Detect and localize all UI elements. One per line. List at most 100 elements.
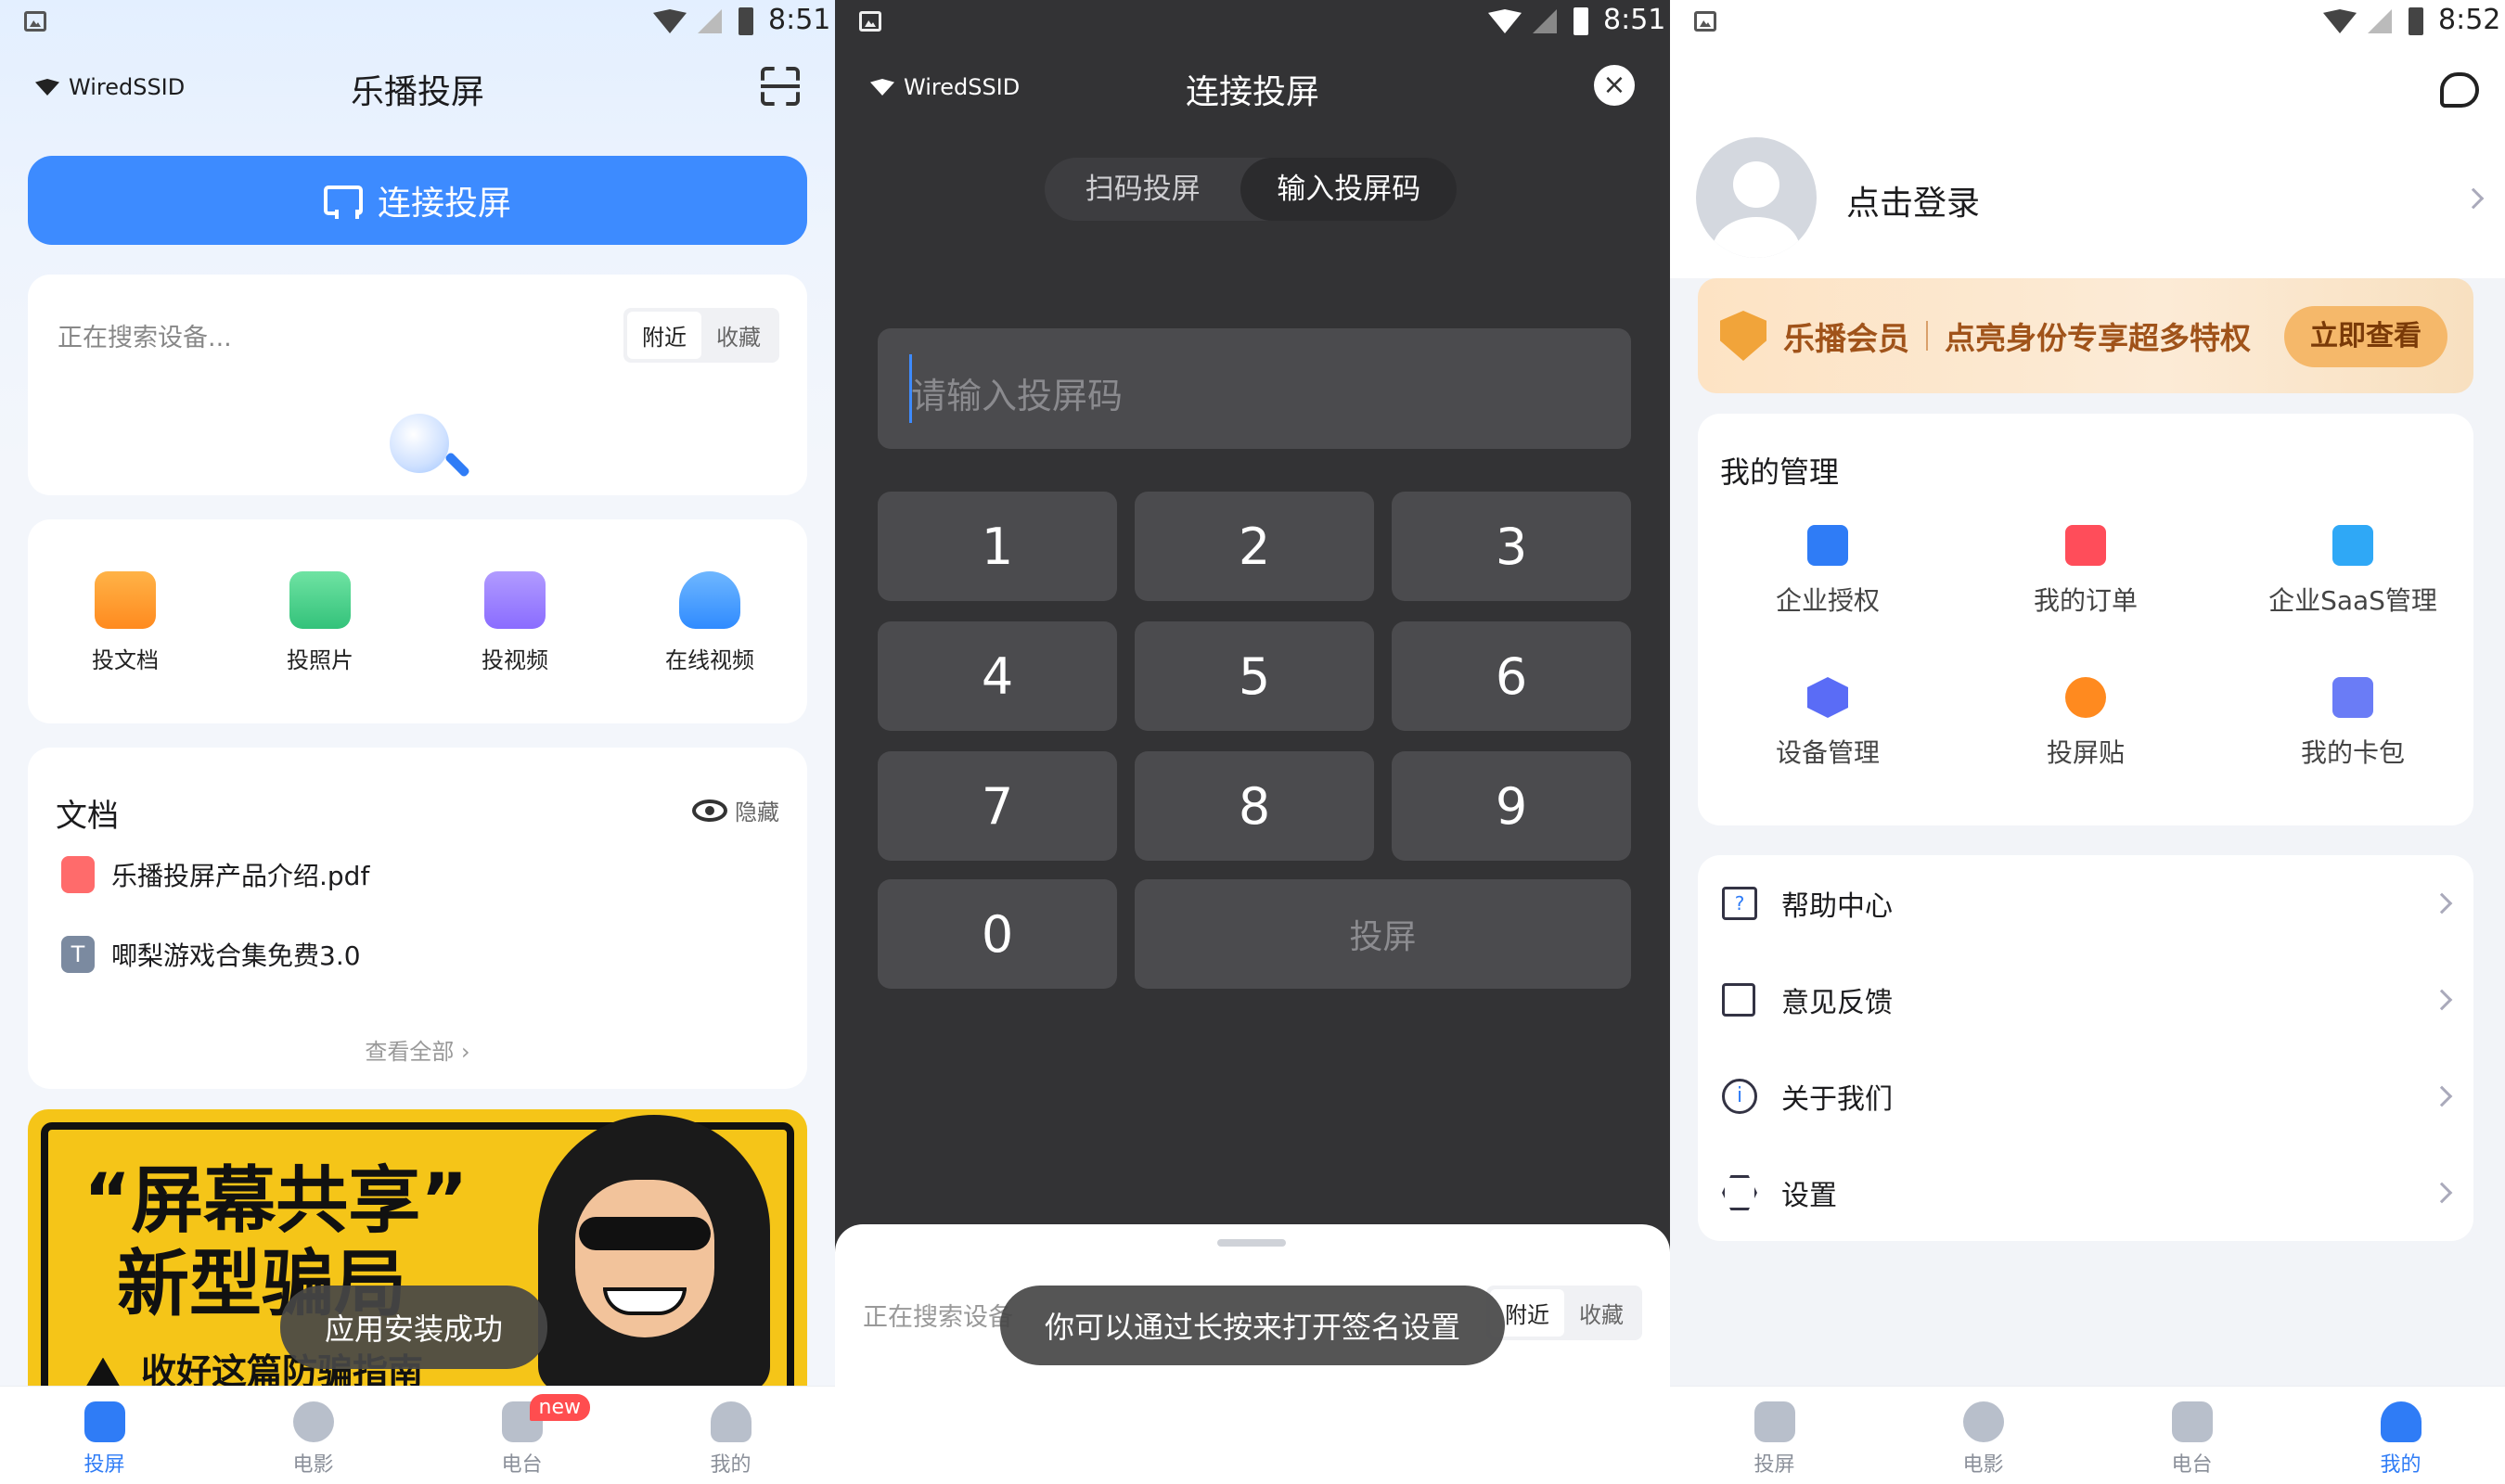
chevron-right-icon (2431, 1182, 2453, 1204)
vip-banner[interactable]: 乐播会员 点亮身份专享超多特权 立即查看 (1698, 278, 2473, 393)
keypad-key-6[interactable]: 6 (1392, 621, 1631, 731)
keypad-key-4[interactable]: 4 (878, 621, 1117, 731)
view-all-link[interactable]: 查看全部 › (28, 1033, 807, 1066)
clock: 8:52 (2438, 4, 2501, 36)
tab-nearby[interactable]: 附近 (627, 312, 701, 359)
tab-cast[interactable]: 投屏 (1710, 1387, 1840, 1484)
sheet-handle[interactable] (1217, 1239, 1286, 1247)
cast-code-input[interactable]: 请输入投屏码 (878, 328, 1631, 449)
keypad-key-0[interactable]: 0 (878, 879, 1117, 989)
enterprise-auth-button[interactable]: 企业授权 (1735, 525, 1920, 618)
gallery-notification-icon (1694, 11, 1716, 32)
magnifier-handle (443, 451, 471, 479)
tab-favorites[interactable]: 收藏 (701, 312, 776, 359)
chevron-right-icon (2462, 187, 2485, 210)
scan-line (761, 84, 800, 88)
bottom-tab-bar: 投屏 电影 电台 我的 (1670, 1386, 2505, 1484)
text-file-icon: T (61, 936, 95, 973)
connect-cast-label: 连接投屏 (377, 185, 511, 223)
wifi-icon (653, 9, 687, 33)
management-title: 我的管理 (1720, 454, 1840, 490)
cast-photo-button[interactable]: 投照片 (246, 571, 394, 674)
device-search-card: 正在搜索设备... 附近 收藏 (28, 275, 807, 495)
document-name: 唧梨游戏合集免费3.0 (111, 940, 361, 971)
vip-view-button[interactable]: 立即查看 (2284, 306, 2447, 367)
card-wallet-button[interactable]: 我的卡包 (2260, 677, 2446, 770)
keypad-key-3[interactable]: 3 (1392, 492, 1631, 601)
tab-code-cast[interactable]: 输入投屏码 (1240, 158, 1457, 221)
tab-me[interactable]: 我的 (666, 1387, 796, 1484)
cast-submit-button[interactable]: 投屏 (1135, 879, 1631, 989)
feature-label: 在线视频 (665, 647, 754, 673)
tab-label: 投屏 (84, 1453, 125, 1477)
hide-toggle[interactable]: 隐藏 (692, 794, 779, 826)
about-us-row[interactable]: i 关于我们 (1698, 1048, 2473, 1145)
keypad-key-8[interactable]: 8 (1135, 751, 1374, 861)
tab-scan-cast[interactable]: 扫码投屏 (1045, 158, 1240, 221)
feedback-row[interactable]: 意见反馈 (1698, 952, 2473, 1048)
radio-icon (2171, 1401, 2213, 1442)
tv-icon (84, 1401, 125, 1442)
device-manage-button[interactable]: 设备管理 (1735, 677, 1920, 770)
menu-label: 设置 (1781, 1180, 1837, 1212)
help-center-row[interactable]: ? 帮助中心 (1698, 855, 2473, 952)
keypad-key-9[interactable]: 9 (1392, 751, 1631, 861)
tab-favorites[interactable]: 收藏 (1564, 1289, 1638, 1337)
tab-movies[interactable]: 电影 (1919, 1387, 2049, 1484)
tab-cast[interactable]: 投屏 (40, 1387, 170, 1484)
settings-menu-card: ? 帮助中心 意见反馈 i 关于我们 设置 (1698, 855, 2473, 1241)
documents-card: 文档 隐藏 乐播投屏产品介绍.pdf T 唧梨游戏合集免费3.0 查看全部 › (28, 748, 807, 1089)
my-orders-button[interactable]: 我的订单 (1993, 525, 2178, 618)
device-filter: 附近 收藏 (623, 308, 779, 363)
chevron-right-icon (2431, 1085, 2453, 1107)
connect-cast-button[interactable]: 连接投屏 (28, 156, 807, 245)
document-icon (95, 571, 156, 629)
app-header: WiredSSID 连接投屏 × (835, 58, 1670, 117)
device-filter: 附近 收藏 (1486, 1286, 1642, 1340)
home-screen: 8:51 WiredSSID 乐播投屏 连接投屏 正在搜索设备... 附近 收藏… (0, 0, 835, 1484)
saas-manage-button[interactable]: 企业SaaS管理 (2251, 525, 2455, 618)
tab-movies[interactable]: 电影 (249, 1387, 379, 1484)
wallet-icon (2332, 677, 2373, 718)
cast-document-button[interactable]: 投文档 (51, 571, 199, 674)
pdf-icon (61, 856, 95, 893)
tab-me[interactable]: 我的 (2336, 1387, 2466, 1484)
keypad-key-7[interactable]: 7 (878, 751, 1117, 861)
tab-label: 电台 (501, 1453, 543, 1477)
vip-slogan: 点亮身份专享超多特权 (1945, 320, 2251, 356)
page-title: 连接投屏 (1185, 73, 1319, 111)
nfc-icon (2065, 677, 2106, 718)
wifi-icon (1488, 9, 1522, 33)
tab-radio[interactable]: 电台 (2127, 1387, 2257, 1484)
tab-radio[interactable]: 电台 new (457, 1387, 590, 1484)
manage-label: 我的订单 (2033, 585, 2138, 616)
eye-icon (692, 799, 727, 822)
signal-icon (698, 9, 722, 33)
settings-row[interactable]: 设置 (1698, 1145, 2473, 1241)
document-item[interactable]: T 唧梨游戏合集免费3.0 (61, 922, 807, 987)
close-icon[interactable]: × (1594, 65, 1635, 106)
cast-sticker-button[interactable]: 投屏贴 (1993, 677, 2178, 770)
film-reel-icon (1962, 1401, 2004, 1442)
status-bar: 8:52 (1670, 0, 2505, 46)
message-icon[interactable] (2440, 72, 2479, 108)
avatar (1696, 137, 1817, 258)
keypad-key-2[interactable]: 2 (1135, 492, 1374, 601)
online-video-button[interactable]: 在线视频 (636, 571, 784, 674)
keypad-key-1[interactable]: 1 (878, 492, 1117, 601)
keypad-key-5[interactable]: 5 (1135, 621, 1374, 731)
hide-label: 隐藏 (735, 800, 779, 825)
battery-icon (1574, 7, 1588, 35)
user-icon (2380, 1401, 2422, 1442)
manage-label: 投屏贴 (2046, 737, 2125, 768)
search-status: 正在搜索设备 (863, 1303, 1013, 1332)
device-hex-icon (1807, 677, 1848, 718)
cast-code-screen: 8:51 WiredSSID 连接投屏 × 扫码投屏 输入投屏码 请输入投屏码 … (835, 0, 1670, 1484)
feature-label: 投文档 (92, 647, 159, 673)
cast-video-button[interactable]: 投视频 (441, 571, 589, 674)
user-login-row[interactable]: 点击登录 (1696, 137, 2505, 260)
photo-icon (289, 571, 351, 629)
cast-mode-tabs: 扫码投屏 输入投屏码 (1045, 158, 1457, 221)
magnifier-icon (390, 414, 449, 473)
document-item[interactable]: 乐播投屏产品介绍.pdf (61, 842, 807, 907)
